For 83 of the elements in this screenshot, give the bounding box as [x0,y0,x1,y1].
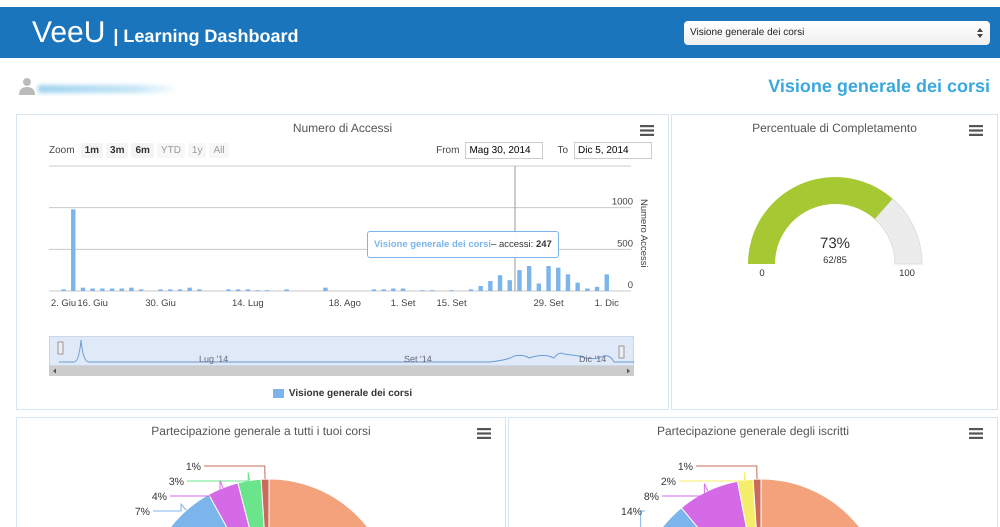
bar [526,266,532,291]
slice-label: 4% [152,491,167,503]
x-tick-label: 1. Set [390,298,416,309]
bar [594,286,600,291]
gauge-detail: 62/85 [822,255,846,266]
x-tick-label: 30. Giu [145,298,176,309]
zoom-label: Zoom [49,145,75,156]
bar [90,288,95,291]
menu-icon[interactable] [640,125,654,136]
x-tick-label: 2. Giu [50,298,76,309]
menu-icon[interactable] [969,428,983,439]
bar [400,288,406,291]
from-label: From [436,145,460,156]
bar [604,274,609,291]
bar [100,288,105,291]
y-axis-title: Numero Accessi [638,199,649,268]
gauge-value: 73% [819,235,850,252]
scroll-right-icon[interactable] [627,368,630,374]
page-title: Visione generale dei corsi [768,76,990,96]
x-tick-label: 14. Lug [232,298,264,309]
menu-icon[interactable] [477,428,491,439]
gauge-title: Percentuale di Completamento [752,121,917,135]
bar [546,266,551,291]
bar [323,288,328,291]
slice-label: 7% [134,506,150,518]
slice-label: 1% [186,461,201,473]
chart-title: Numero di Accessi [292,121,392,135]
x-tick-label: 16. Giu [77,298,108,309]
leader-line [662,483,708,496]
zoom-button[interactable]: 6m [131,143,154,158]
scrollbar[interactable] [49,366,634,376]
navigator-label: Set '14 [404,354,432,364]
bar [187,288,192,291]
y-tick-label: 500 [617,238,633,250]
bar [120,288,124,291]
pie-title: Partecipazione generale degli iscritti [656,424,850,438]
bar [566,274,570,291]
y-tick-label: 0 [628,280,633,291]
scroll-left-icon[interactable] [53,368,56,374]
bar [80,288,86,291]
x-tick-label: 1. Dic [594,298,619,309]
bar [478,286,483,291]
range-handle[interactable] [58,342,64,354]
tooltip-value: – accessi: 247 [491,239,552,250]
zoom-button[interactable]: 3m [106,143,128,158]
bar [508,280,512,291]
bar [517,270,522,291]
bar [110,288,114,291]
x-tick-label: 29. Set [534,298,564,309]
gauge-min-label: 0 [758,268,764,279]
slice-label: 2% [660,476,676,488]
from-date-field[interactable]: Mag 30, 2014 [465,142,544,159]
slice-label: 1% [678,461,693,473]
slice-label: 8% [644,491,659,503]
gauge-max-label: 100 [898,268,914,279]
gauge-track [874,198,922,264]
select-arrows-icon [976,26,984,38]
bar [129,288,134,291]
user-icon [18,77,36,95]
zoom-button[interactable]: 1m [80,143,104,158]
bar [575,282,580,291]
bar [536,284,542,291]
x-tick-label: 18. Ago [328,298,361,309]
bar [585,288,590,291]
to-label: To [557,145,568,156]
bar [391,288,396,291]
bar [556,268,560,291]
leader-line [152,502,187,512]
menu-icon[interactable] [969,125,983,136]
to-date-field[interactable]: Dic 5, 2014 [574,142,652,159]
tooltip-series-name: Visione generale dei corsi [374,239,492,250]
slice-label: 3% [168,476,184,488]
bar [498,275,502,291]
range-handle[interactable] [618,346,624,358]
navigator-label: Lug '14 [199,354,228,364]
bar [488,281,493,291]
slice-label: 14% [620,506,642,518]
x-tick-label: 15. Set [436,298,467,309]
course-select[interactable]: Visione generale dei corsi [684,20,990,44]
app-title: | Learning Dashboard [113,26,298,46]
pie-title: Partecipazione generale a tutti i tuoi corsi [151,424,371,438]
y-tick-label: 1000 [612,196,633,208]
logo: VeeU [32,16,106,50]
